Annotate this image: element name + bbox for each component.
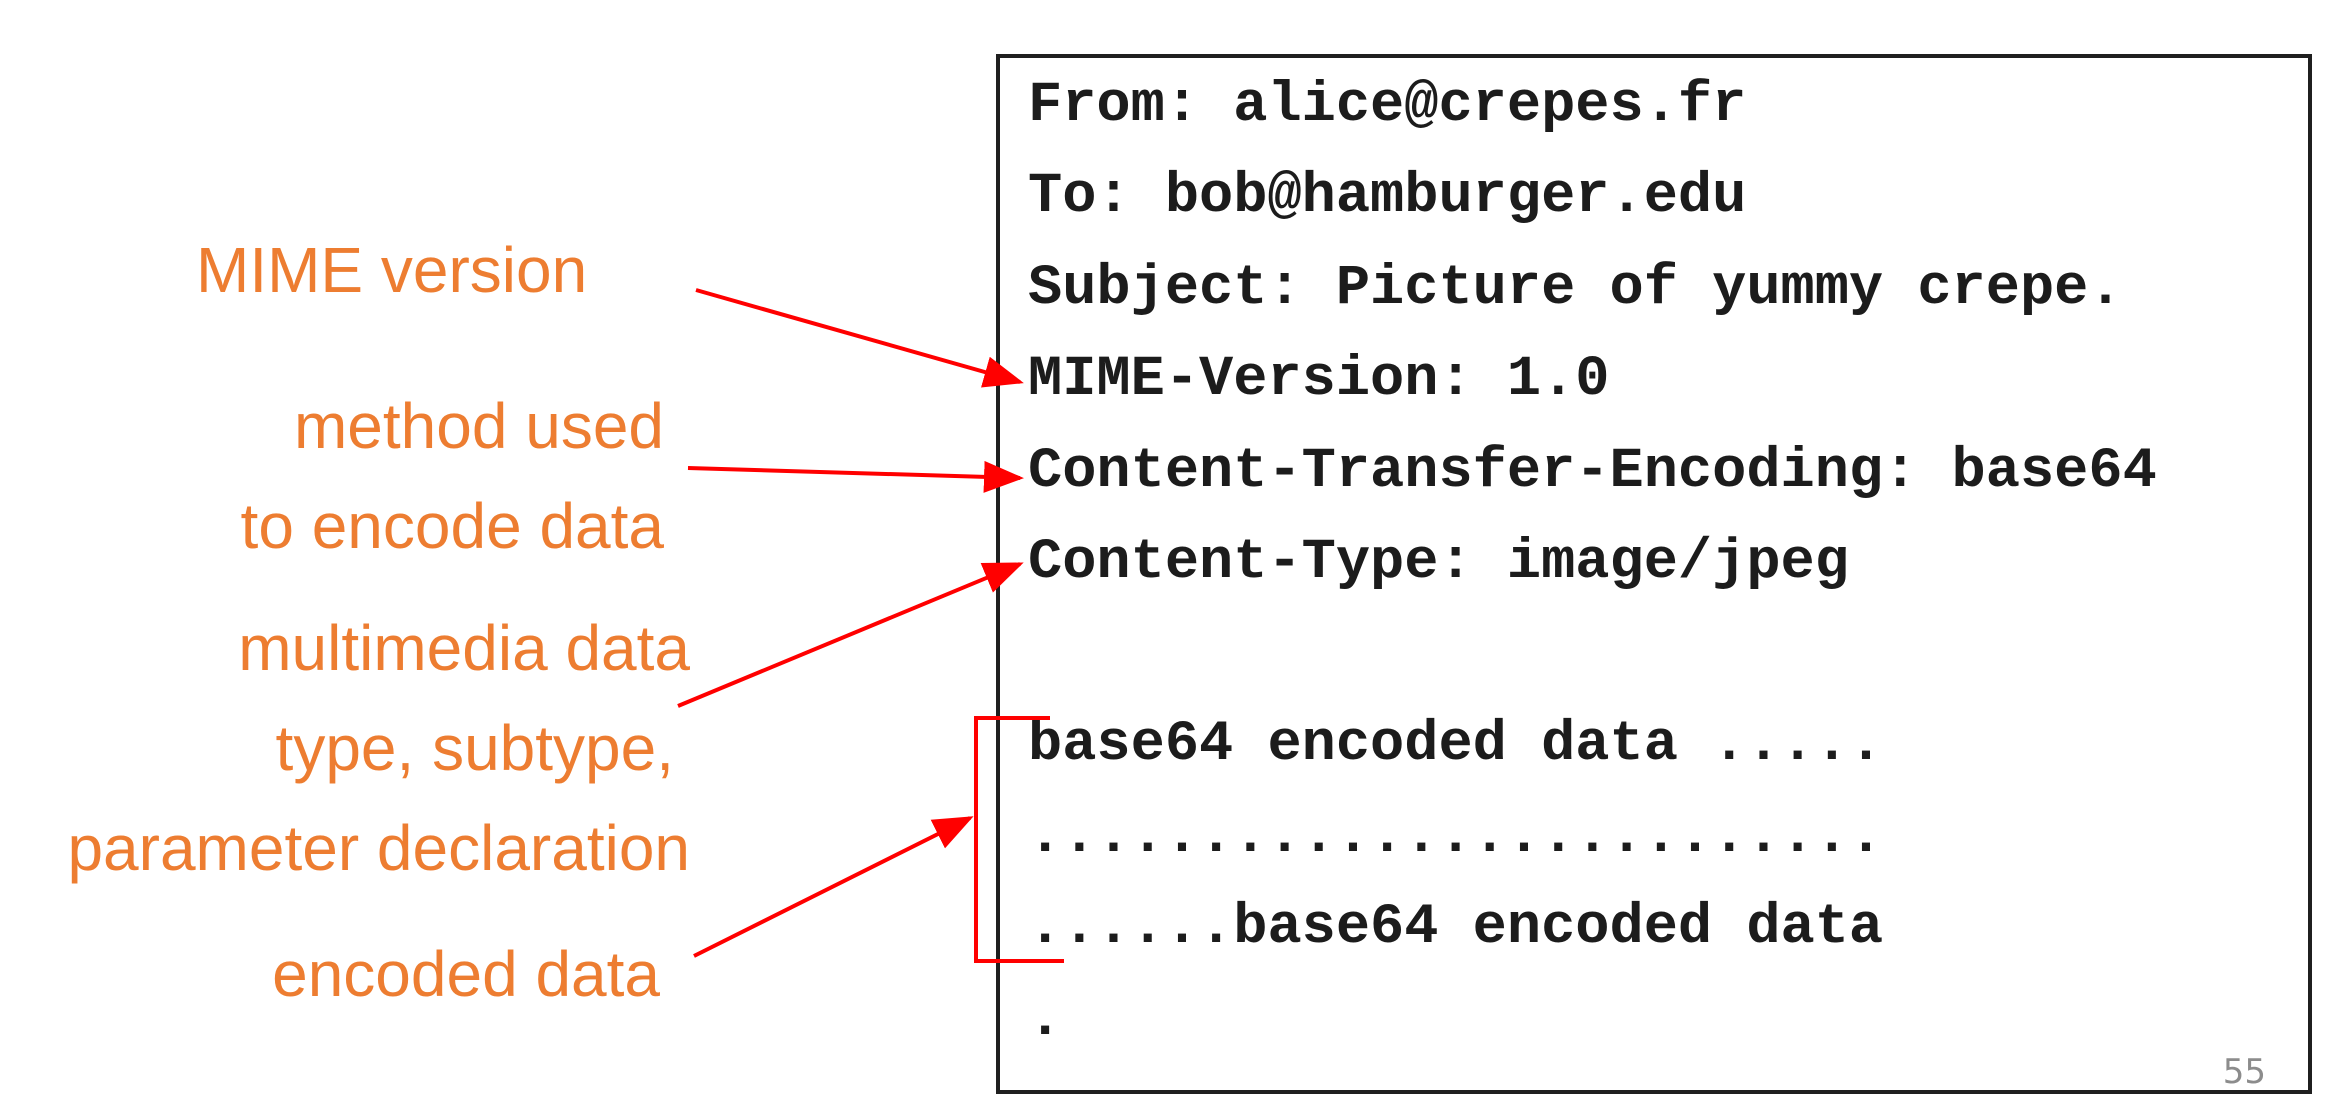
arrow-encoding-method: [687, 460, 1024, 493]
page-number: 55: [2222, 1052, 2266, 1092]
arrow-mime-version: [695, 288, 1024, 388]
annotation-arrows: [677, 288, 1064, 963]
arrow-encoded-data: [693, 816, 974, 958]
arrow-media-type: [677, 562, 1024, 708]
encoded-data-bracket: [974, 716, 1064, 963]
